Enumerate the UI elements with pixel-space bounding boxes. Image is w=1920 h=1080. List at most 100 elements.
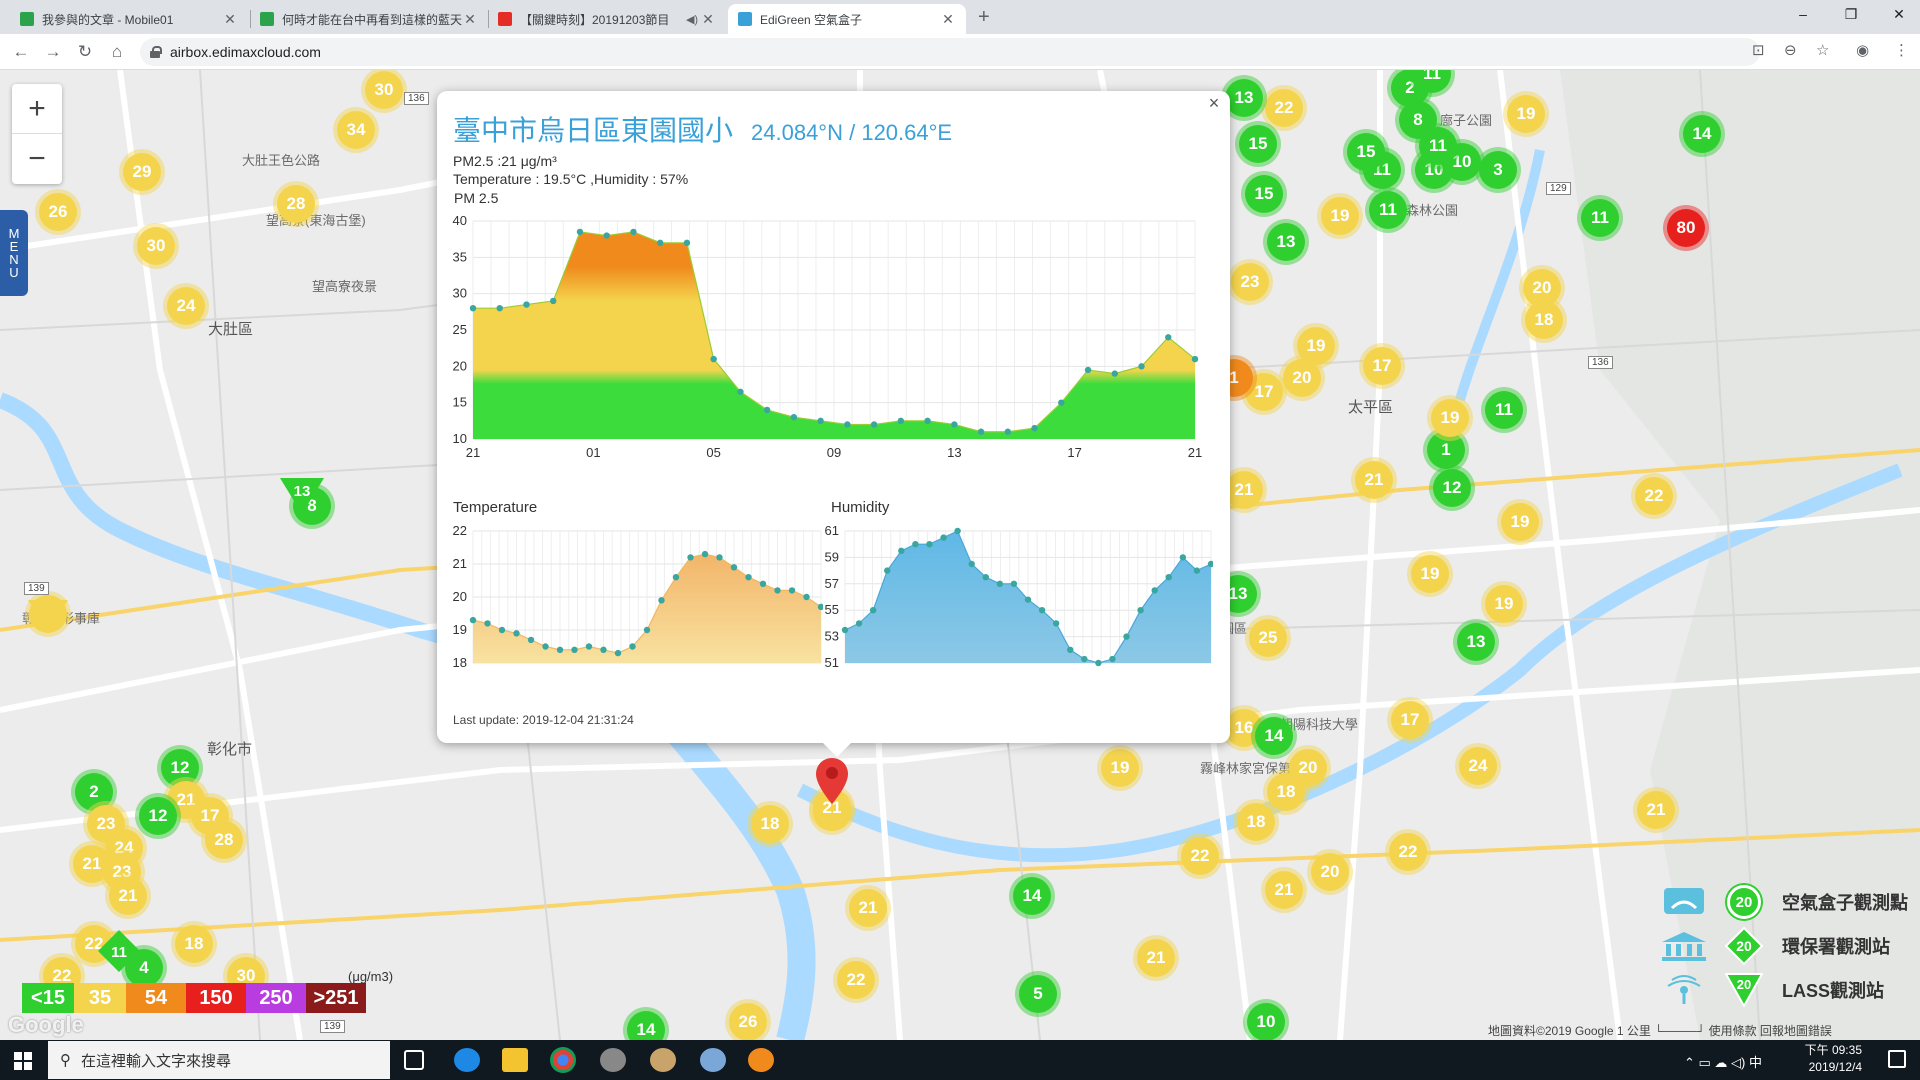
lass-station-marker-icon[interactable]: 13	[280, 478, 324, 518]
data-point[interactable]	[763, 406, 771, 414]
data-point[interactable]	[1024, 596, 1032, 603]
data-point[interactable]	[1010, 580, 1018, 587]
data-point[interactable]	[683, 239, 691, 246]
taskbar-search-box[interactable]: ⚲ 在這裡輸入文字來搜尋	[48, 1041, 390, 1079]
airbox-marker[interactable]: 18	[751, 805, 789, 843]
airbox-marker[interactable]: 22	[1265, 89, 1303, 127]
airbox-marker[interactable]: 19	[1411, 555, 1449, 593]
airbox-marker[interactable]: 19	[1101, 749, 1139, 787]
lass-station-marker-icon[interactable]	[28, 600, 68, 636]
data-point[interactable]	[701, 550, 709, 558]
browser-tab-3[interactable]: 【關鍵時刻】20191203節目 ◀) ✕	[488, 4, 726, 34]
browser-menu-icon[interactable]: ⋮	[1894, 41, 1909, 59]
data-point[interactable]	[951, 421, 958, 428]
side-menu-button[interactable]: M E N U	[0, 210, 28, 296]
data-point[interactable]	[1193, 567, 1201, 574]
data-point[interactable]	[710, 355, 717, 363]
data-point[interactable]	[870, 421, 878, 428]
data-point[interactable]	[498, 626, 506, 634]
data-point[interactable]	[603, 232, 610, 239]
data-point[interactable]	[996, 580, 1004, 587]
app-icon[interactable]	[600, 1048, 626, 1072]
data-point[interactable]	[841, 626, 849, 634]
forward-button[interactable]: →	[42, 42, 64, 62]
airbox-marker[interactable]: 21	[1637, 791, 1675, 829]
airbox-marker[interactable]: 18	[1237, 803, 1275, 841]
data-point[interactable]	[926, 541, 933, 548]
data-point[interactable]	[869, 607, 877, 614]
browser-tab-1[interactable]: 我參與的文章 - Mobile01 ✕	[10, 4, 248, 34]
data-point[interactable]	[940, 534, 947, 541]
airbox-marker[interactable]: 20	[1311, 853, 1349, 891]
airbox-marker[interactable]: 29	[123, 153, 161, 191]
tab-close-icon[interactable]: ✕	[222, 11, 238, 28]
airbox-marker[interactable]: 11	[1581, 199, 1619, 237]
airbox-marker[interactable]: 15	[1347, 133, 1385, 171]
airbox-marker[interactable]: 22	[1389, 833, 1427, 871]
data-point[interactable]	[687, 554, 694, 561]
data-point[interactable]	[1031, 424, 1038, 432]
file-explorer-icon[interactable]	[502, 1048, 528, 1072]
airbox-marker[interactable]: 10	[1247, 1003, 1285, 1040]
edge-browser-icon[interactable]	[454, 1048, 480, 1072]
browser-tab-2[interactable]: 何時才能在台中再看到這樣的藍天 ✕	[250, 4, 488, 34]
airbox-marker[interactable]: 21	[1225, 471, 1263, 509]
airbox-marker[interactable]: 13	[1225, 79, 1263, 117]
data-point[interactable]	[600, 646, 607, 653]
data-point[interactable]	[1109, 655, 1116, 663]
data-point[interactable]	[556, 646, 564, 653]
airbox-marker[interactable]: 21	[1265, 871, 1303, 909]
airbox-marker[interactable]: 18	[175, 925, 213, 963]
airbox-marker[interactable]: 30	[137, 227, 175, 265]
airbox-marker[interactable]: 22	[837, 961, 875, 999]
airbox-marker[interactable]: 18	[1267, 773, 1305, 811]
close-window-button[interactable]: ✕	[1884, 6, 1914, 23]
airbox-marker[interactable]: 14	[1255, 717, 1293, 755]
data-point[interactable]	[817, 417, 824, 425]
airbox-marker[interactable]: 25	[1249, 619, 1287, 657]
airbox-marker[interactable]: 21	[1137, 939, 1175, 977]
tab-close-icon[interactable]: ✕	[700, 11, 716, 28]
data-point[interactable]	[884, 567, 891, 574]
data-point[interactable]	[977, 428, 985, 435]
airbox-marker[interactable]: 21	[849, 889, 887, 927]
airbox-marker[interactable]: 12	[1433, 469, 1471, 507]
airbox-marker[interactable]: 30	[365, 71, 403, 109]
data-point[interactable]	[982, 574, 989, 581]
airbox-marker[interactable]: 34	[337, 111, 375, 149]
tab-close-icon[interactable]: ✕	[940, 11, 956, 28]
home-button[interactable]: ⌂	[106, 42, 128, 62]
data-point[interactable]	[1138, 363, 1145, 370]
data-point[interactable]	[855, 620, 863, 627]
airbox-marker[interactable]: 20	[1283, 359, 1321, 397]
zoom-in-button[interactable]: +	[12, 84, 62, 134]
taskbar-clock[interactable]: 下午 09:35 2019/12/4	[1805, 1042, 1862, 1076]
reload-button[interactable]: ↻	[74, 42, 96, 62]
data-point[interactable]	[968, 560, 975, 568]
data-point[interactable]	[656, 239, 664, 246]
data-point[interactable]	[630, 228, 637, 236]
airbox-marker[interactable]: 13	[1457, 623, 1495, 661]
airbox-marker[interactable]: 17	[1391, 701, 1429, 739]
data-point[interactable]	[550, 297, 557, 305]
airbox-marker[interactable]: 14	[1013, 877, 1051, 915]
data-point[interactable]	[614, 649, 622, 657]
data-point[interactable]	[1137, 607, 1144, 614]
data-point[interactable]	[1058, 399, 1065, 406]
airbox-marker[interactable]: 11	[1485, 391, 1523, 429]
data-point[interactable]	[542, 643, 549, 650]
data-point[interactable]	[1191, 355, 1199, 363]
account-icon[interactable]: ◉	[1856, 41, 1869, 59]
data-point[interactable]	[469, 305, 477, 312]
map-attribution[interactable]: 地圖資料©2019 Google 1 公里 └────┘ 使用條款 回報地圖錯誤	[1488, 1022, 1832, 1039]
airbox-marker[interactable]: 24	[1459, 747, 1497, 785]
data-point[interactable]	[527, 636, 535, 644]
data-point[interactable]	[898, 547, 905, 554]
airbox-marker[interactable]: 17	[1363, 347, 1401, 385]
address-bar[interactable]: airbox.edimaxcloud.com	[140, 38, 1760, 66]
tab-audio-icon[interactable]: ◀)	[684, 13, 700, 26]
data-point[interactable]	[716, 554, 723, 561]
popup-close-button[interactable]: ×	[1204, 93, 1224, 114]
data-point[interactable]	[1165, 334, 1172, 341]
data-point[interactable]	[924, 417, 931, 425]
